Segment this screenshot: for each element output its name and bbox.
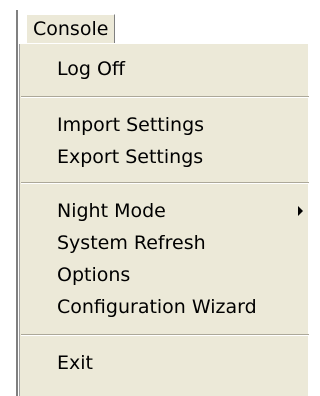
menu-item-configuration-wizard[interactable]: Configuration Wizard: [20, 292, 309, 322]
chevron-right-icon: [298, 206, 303, 216]
menu-item-system-refresh[interactable]: System Refresh: [20, 228, 309, 258]
menu-item-exit[interactable]: Exit: [20, 348, 309, 378]
menu-item-export-settings[interactable]: Export Settings: [20, 142, 309, 172]
console-dropdown-menu: Log Off Import Settings Export Settings …: [19, 44, 309, 396]
menu-item-night-mode[interactable]: Night Mode: [20, 196, 309, 226]
menu-item-import-settings[interactable]: Import Settings: [20, 110, 309, 140]
menu-bar: Console: [18, 10, 308, 44]
menu-item-night-mode-label: Night Mode: [57, 200, 166, 222]
window-left-edge: [16, 10, 18, 396]
menu-item-log-off[interactable]: Log Off: [20, 54, 309, 84]
menu-separator: [21, 182, 309, 184]
menu-separator: [21, 96, 309, 98]
console-menu[interactable]: Console: [26, 14, 116, 43]
menu-separator: [21, 334, 309, 336]
menu-item-options[interactable]: Options: [20, 260, 309, 290]
